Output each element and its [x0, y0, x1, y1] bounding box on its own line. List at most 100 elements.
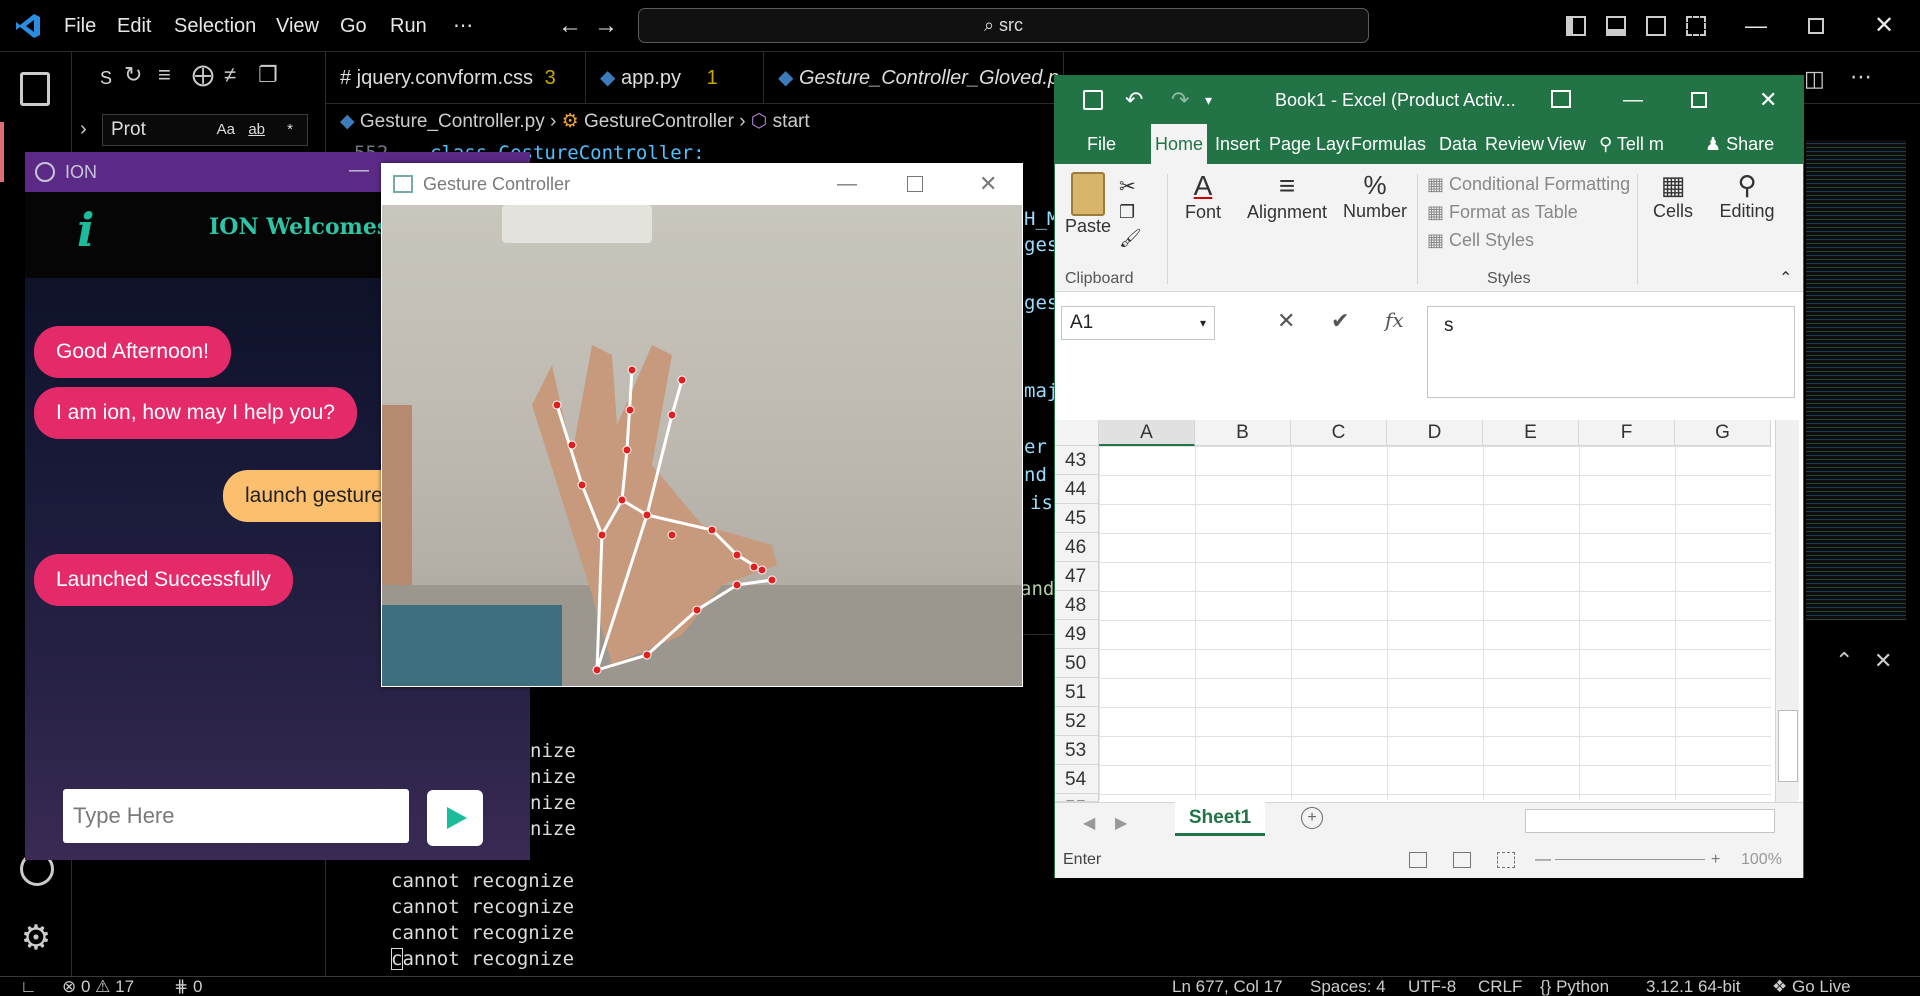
send-button[interactable]	[427, 790, 483, 846]
row-header[interactable]: 47	[1055, 562, 1099, 591]
row-header[interactable]: 49	[1055, 620, 1099, 649]
font-button[interactable]: A Font	[1173, 170, 1233, 223]
row-header[interactable]: 51	[1055, 678, 1099, 707]
zoom-level[interactable]: 100%	[1741, 842, 1782, 878]
cut-icon[interactable]: ✂	[1119, 174, 1136, 199]
toggle-replace-icon[interactable]: ›	[80, 118, 87, 141]
page-layout-view-icon[interactable]	[1453, 852, 1471, 868]
next-sheet-icon[interactable]: ▶	[1115, 813, 1127, 833]
quick-access-dropdown-icon[interactable]: ▾	[1205, 76, 1212, 124]
tab-view[interactable]: View	[1543, 124, 1590, 164]
maximize-panel-icon[interactable]: ⌃	[1835, 648, 1853, 674]
menu-more[interactable]: ⋯	[443, 0, 483, 52]
menu-go[interactable]: Go	[330, 0, 377, 52]
tab-page-layout[interactable]: Page Layo	[1265, 124, 1349, 164]
regex-icon[interactable]: *	[287, 115, 293, 145]
column-header[interactable]: A	[1099, 420, 1195, 446]
paste-button[interactable]: Paste	[1063, 172, 1113, 237]
line-ending[interactable]: CRLF	[1478, 977, 1522, 996]
format-as-table-button[interactable]: ▦ Format as Table	[1427, 202, 1578, 223]
minimize-icon[interactable]: —	[1735, 0, 1777, 52]
page-break-view-icon[interactable]	[1497, 852, 1515, 868]
zoom-in-icon[interactable]: +	[1711, 842, 1720, 878]
go-live[interactable]: ❖ Go Live	[1772, 977, 1851, 996]
customize-layout-icon[interactable]	[1686, 16, 1706, 36]
editing-button[interactable]: ⚲ Editing	[1707, 170, 1787, 222]
menu-run[interactable]: Run	[380, 0, 437, 52]
insert-function-icon[interactable]: fx	[1385, 308, 1404, 332]
cell-styles-button[interactable]: ▦ Cell Styles	[1427, 230, 1534, 251]
more-actions-icon[interactable]: ⋯	[1850, 64, 1872, 90]
scroll-thumb[interactable]	[1778, 710, 1798, 782]
add-sheet-icon[interactable]: +	[1301, 807, 1323, 829]
save-icon[interactable]	[1083, 90, 1103, 110]
close-icon[interactable]: ✕	[1864, 0, 1904, 52]
settings-gear-icon[interactable]: ⚙	[18, 920, 54, 956]
tab-home[interactable]: Home	[1151, 124, 1208, 164]
maximize-icon[interactable]	[907, 176, 923, 192]
column-header[interactable]: G	[1675, 420, 1771, 446]
menu-selection[interactable]: Selection	[164, 0, 266, 52]
ports-indicator[interactable]: ⋕ 0	[174, 977, 202, 996]
row-header[interactable]: 54	[1055, 765, 1099, 794]
prev-sheet-icon[interactable]: ◀	[1083, 813, 1095, 833]
collapse-all-icon[interactable]: ❐	[258, 62, 278, 88]
menu-view[interactable]: View	[266, 0, 329, 52]
match-word-icon[interactable]: ab	[248, 115, 265, 145]
breadcrumb-class[interactable]: GestureController	[584, 111, 734, 132]
vertical-scrollbar[interactable]	[1775, 420, 1799, 802]
command-center[interactable]: ⌕ src	[638, 8, 1369, 43]
minimize-icon[interactable]: —	[837, 163, 857, 205]
remote-icon[interactable]: ∟	[20, 977, 37, 996]
encoding[interactable]: UTF-8	[1408, 977, 1456, 996]
tab-review[interactable]: Review	[1481, 124, 1548, 164]
forward-arrow-icon[interactable]: →	[584, 0, 628, 52]
formula-input[interactable]: s	[1427, 306, 1795, 398]
column-header[interactable]: E	[1483, 420, 1579, 446]
restore-icon[interactable]	[1808, 18, 1824, 34]
row-header[interactable]: 50	[1055, 649, 1099, 678]
horizontal-scrollbar[interactable]	[1525, 809, 1775, 833]
zoom-slider[interactable]	[1555, 859, 1705, 860]
collapse-ribbon-icon[interactable]: ⌃	[1779, 268, 1792, 288]
column-header[interactable]: C	[1291, 420, 1387, 446]
search-input[interactable]: Prot Aa ab *	[102, 114, 308, 146]
minimize-icon[interactable]: —	[1623, 76, 1643, 124]
tab-formulas[interactable]: Formulas	[1347, 124, 1430, 164]
column-header[interactable]: D	[1387, 420, 1483, 446]
spreadsheet-grid[interactable]: A B C D E F G 43 44 45 46 47 48 49 50 51…	[1055, 420, 1803, 802]
select-all-corner[interactable]	[1055, 420, 1099, 446]
cell-area[interactable]	[1099, 446, 1771, 800]
problems-indicator[interactable]: ⊗ 0 ⚠ 17	[62, 977, 134, 996]
menu-edit[interactable]: Edit	[107, 0, 161, 52]
view-as-tree-icon[interactable]: ≠	[224, 62, 236, 88]
cancel-icon[interactable]: ✕	[1277, 308, 1295, 334]
refresh-icon[interactable]: ↻	[124, 62, 142, 88]
redo-icon[interactable]: ↷	[1171, 76, 1189, 124]
close-icon[interactable]: ✕	[1759, 76, 1777, 124]
explorer-icon[interactable]	[20, 72, 50, 106]
column-header[interactable]: B	[1195, 420, 1291, 446]
conditional-formatting-button[interactable]: ▦ Conditional Formatting	[1427, 174, 1630, 195]
language-mode[interactable]: {} Python	[1540, 977, 1609, 996]
python-interpreter[interactable]: 3.12.1 64-bit	[1646, 977, 1741, 996]
enter-check-icon[interactable]: ✔	[1331, 308, 1349, 334]
toggle-panel-icon[interactable]	[1606, 16, 1626, 36]
breadcrumb-method[interactable]: start	[773, 111, 810, 132]
normal-view-icon[interactable]	[1409, 852, 1427, 868]
row-header[interactable]: 45	[1055, 504, 1099, 533]
row-header[interactable]: 53	[1055, 736, 1099, 765]
sheet-tab[interactable]: Sheet1	[1175, 802, 1265, 836]
share-button[interactable]: ♟ Share	[1701, 124, 1778, 164]
maximize-icon[interactable]	[1691, 92, 1707, 108]
message-input[interactable]: Type Here	[63, 789, 409, 843]
minimap[interactable]	[1806, 140, 1906, 620]
toggle-secondary-sidebar-icon[interactable]	[1646, 16, 1666, 36]
alignment-button[interactable]: ≡ Alignment	[1239, 170, 1335, 223]
tab-file[interactable]: File	[1083, 124, 1120, 164]
cells-button[interactable]: ▦ Cells	[1643, 170, 1703, 222]
copy-icon[interactable]: ❐	[1119, 202, 1135, 223]
tab-jquery-css[interactable]: # jquery.convform.css 3	[326, 52, 586, 104]
row-header[interactable]: 44	[1055, 475, 1099, 504]
close-icon[interactable]: ✕	[979, 163, 997, 205]
